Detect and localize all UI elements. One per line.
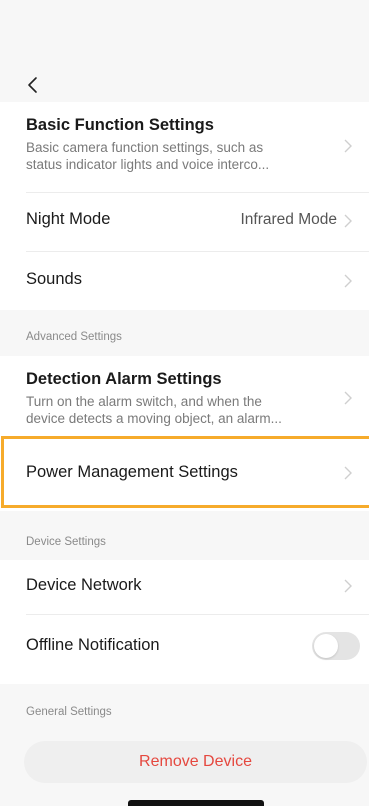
toggle-knob — [314, 634, 338, 658]
basic-function-settings-title: Basic Function Settings — [26, 116, 214, 134]
basic-settings-card: Basic Function Settings Basic camera fun… — [0, 102, 369, 310]
chevron-right-icon — [344, 214, 352, 228]
basic-desc-line-2: status indicator lights and voice interc… — [26, 157, 270, 172]
night-mode-row[interactable]: Night Mode Infrared Mode — [0, 193, 369, 251]
basic-function-settings-desc: Basic camera function settings, such as … — [26, 139, 326, 173]
back-chevron-icon[interactable] — [22, 73, 46, 97]
detection-alarm-settings-desc: Turn on the alarm switch, and when the d… — [26, 393, 326, 427]
night-mode-value: Infrared Mode — [240, 211, 338, 228]
device-settings-card: Device Network Offline Notification — [0, 560, 369, 684]
basic-desc-line-1: Basic camera function settings, such as — [26, 140, 264, 155]
remove-device-button[interactable]: Remove Device — [24, 741, 367, 783]
detection-desc-line-2: device detects a moving object, an alarm… — [26, 411, 282, 426]
night-mode-title: Night Mode — [26, 210, 111, 228]
detection-desc-line-1: Turn on the alarm switch, and when the — [26, 394, 262, 409]
chevron-right-icon — [344, 139, 352, 153]
general-settings-label: General Settings — [26, 706, 112, 718]
basic-function-settings-row[interactable]: Basic Function Settings Basic camera fun… — [0, 102, 369, 192]
sounds-row[interactable]: Sounds — [0, 252, 369, 310]
highlight-box — [1, 436, 369, 508]
device-network-title: Device Network — [26, 576, 142, 594]
offline-notification-title: Offline Notification — [26, 636, 160, 654]
chevron-right-icon — [344, 274, 352, 288]
detection-alarm-settings-row[interactable]: Detection Alarm Settings Turn on the ala… — [0, 356, 369, 438]
home-indicator — [128, 800, 264, 806]
device-network-row[interactable]: Device Network — [0, 560, 369, 614]
device-settings-label: Device Settings — [26, 536, 106, 548]
detection-alarm-settings-title: Detection Alarm Settings — [26, 370, 222, 388]
offline-notification-toggle[interactable] — [312, 632, 360, 660]
chevron-right-icon — [344, 579, 352, 593]
sounds-title: Sounds — [26, 270, 82, 288]
chevron-right-icon — [344, 391, 352, 405]
advanced-settings-label: Advanced Settings — [26, 331, 122, 343]
